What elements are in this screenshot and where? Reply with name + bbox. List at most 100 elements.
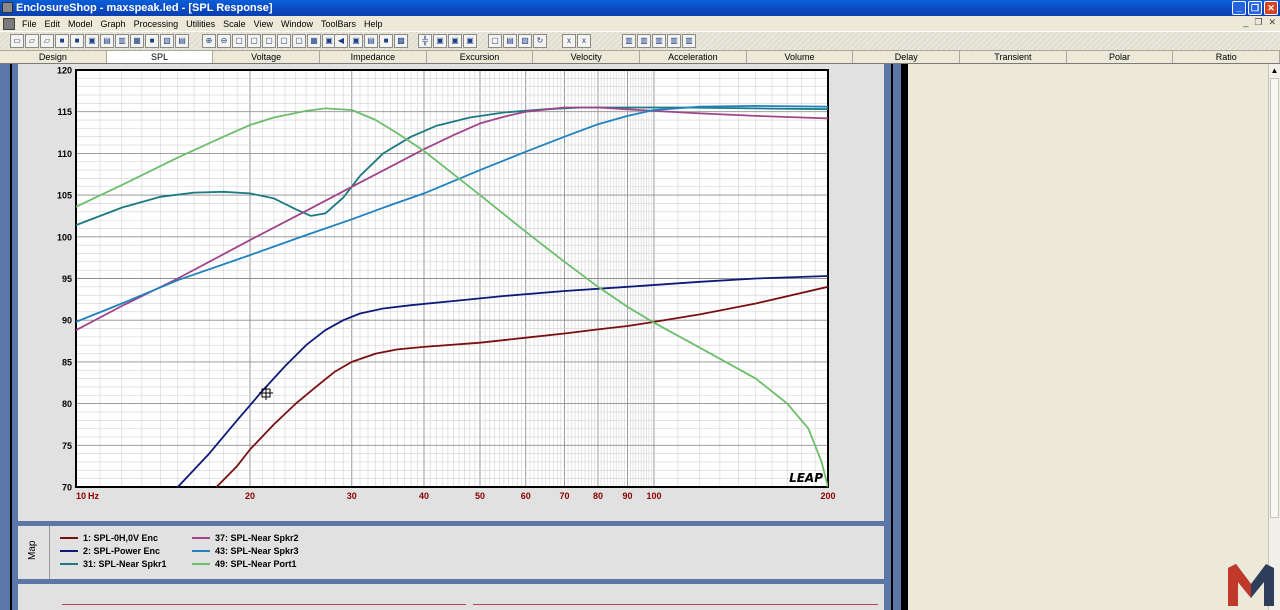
- pane-splitter[interactable]: [898, 64, 908, 610]
- tab-polar[interactable]: Polar: [1067, 51, 1174, 63]
- document-icon[interactable]: [3, 17, 15, 30]
- window-icon[interactable]: ▥: [622, 34, 636, 48]
- x-tick-label: 60: [521, 491, 531, 501]
- spl-response-chart[interactable]: 70 75 80 85 90 95 100 105 110 115 120 10 20 30 40 50 60 7…: [18, 64, 884, 521]
- disk-icon[interactable]: ■: [145, 34, 159, 48]
- menu-window[interactable]: Window: [277, 19, 317, 29]
- tab-voltage[interactable]: Voltage: [213, 51, 321, 63]
- legend-item[interactable]: 37: SPL-Near Spkr2: [192, 533, 299, 543]
- zoom-icon[interactable]: ▢: [247, 34, 261, 48]
- mdi-minimize-button[interactable]: _: [1243, 17, 1248, 28]
- view-icon[interactable]: ▢: [488, 34, 502, 48]
- zoom-icon[interactable]: ▢: [277, 34, 291, 48]
- legend-swatch: [60, 537, 78, 539]
- box-icon[interactable]: ■: [379, 34, 393, 48]
- tab-spl[interactable]: SPL: [106, 51, 214, 63]
- properties-icon[interactable]: ▤: [175, 34, 189, 48]
- legend-item[interactable]: 43: SPL-Near Spkr3: [192, 546, 299, 556]
- x-tick-label: 30: [347, 491, 357, 501]
- tab-ratio[interactable]: Ratio: [1173, 51, 1280, 63]
- map-label: Map: [27, 540, 38, 560]
- tab-design[interactable]: Design: [0, 51, 107, 63]
- window-icon[interactable]: ▥: [667, 34, 681, 48]
- mdi-close-button[interactable]: ✕: [1268, 17, 1276, 28]
- zoom-icon[interactable]: ▢: [292, 34, 306, 48]
- brand-logo-icon: [1228, 564, 1274, 606]
- y-tick-label: 120: [57, 66, 72, 76]
- x-tick-label: 70: [559, 491, 569, 501]
- save-all-icon[interactable]: ▣: [85, 34, 99, 48]
- layout-icon[interactable]: ╬: [418, 34, 432, 48]
- tab-acceleration[interactable]: Acceleration: [640, 51, 747, 63]
- menu-graph[interactable]: Graph: [97, 19, 130, 29]
- open-folder-icon[interactable]: ▱: [25, 34, 39, 48]
- layout-icon[interactable]: ▣: [433, 34, 447, 48]
- window-icon[interactable]: ▥: [652, 34, 666, 48]
- view-icon[interactable]: ▨: [518, 34, 532, 48]
- open-folder-icon[interactable]: ▱: [40, 34, 54, 48]
- legend-item[interactable]: 31: SPL-Near Spkr1: [60, 559, 167, 569]
- tab-impedance[interactable]: Impedance: [320, 51, 427, 63]
- mdi-restore-button[interactable]: ❐: [1254, 17, 1262, 28]
- vertical-scrollbar[interactable]: ▲: [1268, 64, 1280, 610]
- menu-help[interactable]: Help: [360, 19, 387, 29]
- menu-processing[interactable]: Processing: [130, 19, 183, 29]
- window-icon[interactable]: ▥: [637, 34, 651, 48]
- y-tick-label: 75: [62, 441, 72, 451]
- x-axis-unit-label: Hz: [88, 491, 99, 501]
- highlight-icon[interactable]: ▩: [394, 34, 408, 48]
- menu-toolbars[interactable]: ToolBars: [317, 19, 360, 29]
- y-tick-label: 100: [57, 232, 72, 242]
- copy-icon[interactable]: ▤: [100, 34, 114, 48]
- zoom-icon[interactable]: ▢: [262, 34, 276, 48]
- refresh-icon[interactable]: ↻: [533, 34, 547, 48]
- legend-label: 31: SPL-Near Spkr1: [83, 559, 167, 569]
- new-file-icon[interactable]: ▭: [10, 34, 24, 48]
- app-icon[interactable]: [2, 2, 13, 13]
- tab-delay[interactable]: Delay: [853, 51, 961, 63]
- tool-icon[interactable]: x: [577, 34, 591, 48]
- legend-item[interactable]: 49: SPL-Near Port1: [192, 559, 297, 569]
- scroll-thumb[interactable]: [1270, 78, 1279, 518]
- menu-utilities[interactable]: Utilities: [182, 19, 219, 29]
- tab-excursion[interactable]: Excursion: [427, 51, 534, 63]
- tab-volume[interactable]: Volume: [747, 51, 854, 63]
- menu-model[interactable]: Model: [64, 19, 97, 29]
- import-icon[interactable]: ▥: [115, 34, 129, 48]
- x-tick-label: 50: [475, 491, 485, 501]
- speaker-icon[interactable]: ◀: [334, 34, 348, 48]
- secondary-divider: [473, 604, 878, 605]
- print-icon[interactable]: ▧: [160, 34, 174, 48]
- tab-velocity[interactable]: Velocity: [533, 51, 641, 63]
- save-icon[interactable]: ■: [70, 34, 84, 48]
- window-icon[interactable]: ▥: [682, 34, 696, 48]
- enclosure-icon[interactable]: ▣: [349, 34, 363, 48]
- mdi-controls: _ ❐ ✕: [1243, 17, 1276, 28]
- tab-transient[interactable]: Transient: [960, 51, 1067, 63]
- grid-icon[interactable]: ▦: [307, 34, 321, 48]
- menu-file[interactable]: File: [18, 19, 41, 29]
- x-tick-label: 200: [820, 491, 835, 501]
- legend-item[interactable]: 1: SPL-0H,0V Enc: [60, 533, 158, 543]
- scroll-up-arrow-icon[interactable]: ▲: [1269, 65, 1280, 76]
- view-icon[interactable]: ▤: [503, 34, 517, 48]
- menu-edit[interactable]: Edit: [41, 19, 65, 29]
- menu-view[interactable]: View: [250, 19, 277, 29]
- layout-icon[interactable]: ▣: [448, 34, 462, 48]
- export-icon[interactable]: ▦: [130, 34, 144, 48]
- menu-scale[interactable]: Scale: [219, 19, 250, 29]
- save-icon[interactable]: ■: [55, 34, 69, 48]
- tool-icon[interactable]: x: [562, 34, 576, 48]
- layout-icon[interactable]: ▣: [463, 34, 477, 48]
- close-button[interactable]: ✕: [1264, 1, 1278, 15]
- map-tab[interactable]: Map: [18, 526, 50, 579]
- zoom-icon[interactable]: ▢: [232, 34, 246, 48]
- leap-watermark: LEAP: [789, 471, 823, 485]
- zoom-in-icon[interactable]: ⊕: [202, 34, 216, 48]
- multi-icon[interactable]: ▤: [364, 34, 378, 48]
- restore-button[interactable]: ❐: [1248, 1, 1262, 15]
- legend-item[interactable]: 2: SPL-Power Enc: [60, 546, 160, 556]
- minimize-button[interactable]: _: [1232, 1, 1246, 15]
- zoom-out-icon[interactable]: ⊖: [217, 34, 231, 48]
- right-pane: [908, 64, 1268, 610]
